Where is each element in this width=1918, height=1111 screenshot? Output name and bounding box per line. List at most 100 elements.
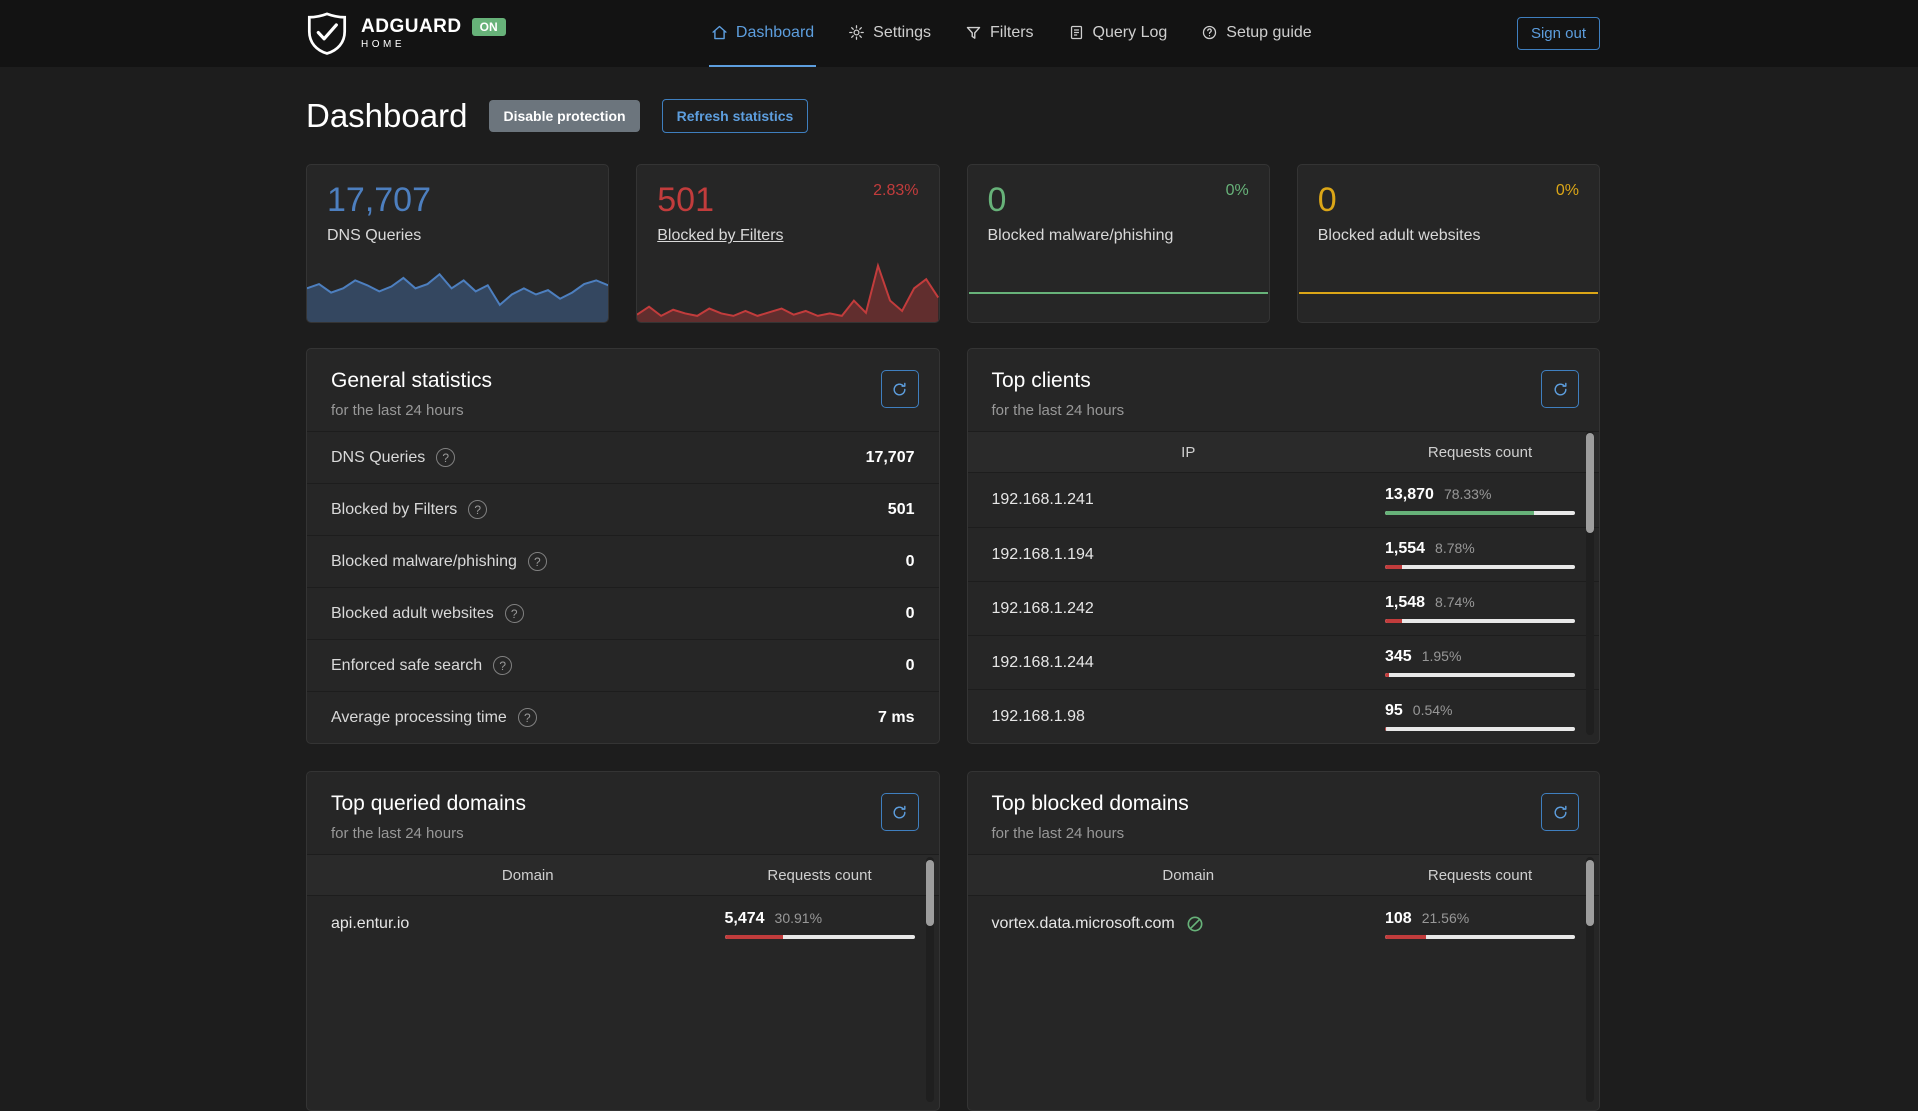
top-blocked-domains-panel: Top blocked domains for the last 24 hour…: [967, 771, 1601, 1111]
nav-label: Settings: [873, 24, 931, 42]
stat-row-label: Blocked by Filters: [331, 501, 457, 519]
panel-subtitle: for the last 24 hours: [992, 402, 1576, 419]
refresh-icon: [891, 804, 908, 821]
disable-protection-button[interactable]: Disable protection: [489, 100, 639, 132]
adguard-home-logo[interactable]: ADGUARD ON HOME: [306, 11, 506, 56]
requests-percent: 30.91%: [775, 910, 822, 926]
requests-percent: 78.33%: [1444, 486, 1491, 502]
table-row: 192.168.1.244 3451.95%: [968, 635, 1600, 689]
requests-percent: 0.54%: [1413, 702, 1453, 718]
client-ip-link[interactable]: 192.168.1.98: [992, 708, 1085, 726]
protection-status-badge: ON: [472, 18, 506, 36]
panel-subtitle: for the last 24 hours: [992, 825, 1576, 842]
scrollbar-thumb[interactable]: [926, 860, 934, 926]
table-row: 192.168.1.98 95 0.54%: [968, 689, 1600, 743]
requests-bar: [1385, 565, 1575, 569]
stat-row-value: 17,707: [866, 449, 915, 467]
requests-count: 13,870: [1385, 486, 1434, 504]
scrollbar[interactable]: [926, 857, 934, 1102]
table-row: 192.168.1.242 1,548 8.74%: [968, 581, 1600, 635]
help-icon[interactable]: ?: [518, 708, 537, 727]
table-row: Enforced safe search? 0: [307, 639, 939, 691]
sparkline-chart: [637, 250, 938, 322]
client-ip-link[interactable]: 192.168.1.194: [992, 546, 1094, 564]
nav-item-query-log[interactable]: Query Log: [1066, 0, 1170, 67]
table-row: Blocked malware/phishing? 0: [307, 535, 939, 587]
requests-bar: [1385, 619, 1575, 623]
sparkline-chart: [968, 250, 1269, 322]
nav-label: Dashboard: [736, 24, 814, 42]
nav-label: Query Log: [1093, 24, 1168, 42]
blocked-by-filters-link[interactable]: Blocked by Filters: [657, 227, 918, 245]
column-header-requests: Requests count: [725, 867, 915, 884]
refresh-button[interactable]: [1541, 793, 1579, 831]
requests-percent: 8.74%: [1435, 594, 1475, 610]
refresh-statistics-button[interactable]: Refresh statistics: [662, 99, 809, 133]
stat-row-value: 7 ms: [878, 709, 914, 727]
refresh-button[interactable]: [881, 793, 919, 831]
stat-row-label: DNS Queries: [331, 449, 425, 467]
column-header-requests: Requests count: [1385, 444, 1575, 461]
panel-title: General statistics: [331, 369, 915, 393]
stat-card-blocked-malware: 0 Blocked malware/phishing 0%: [967, 164, 1270, 323]
refresh-icon: [891, 381, 908, 398]
stat-label: Blocked adult websites: [1318, 227, 1579, 245]
stat-card-dns-queries: 17,707 DNS Queries: [306, 164, 609, 323]
requests-count: 1,548: [1385, 594, 1425, 612]
page-title: Dashboard: [306, 97, 467, 135]
nav-item-settings[interactable]: Settings: [846, 0, 933, 67]
scrollbar-thumb[interactable]: [1586, 433, 1594, 533]
stat-label: DNS Queries: [327, 227, 588, 245]
stat-percent: 0%: [1226, 182, 1249, 200]
scrollbar[interactable]: [1586, 857, 1594, 1102]
table-row: Average processing time? 7 ms: [307, 691, 939, 743]
client-ip-link[interactable]: 192.168.1.242: [992, 600, 1094, 618]
requests-percent: 21.56%: [1422, 910, 1469, 926]
table-row: Blocked adult websites? 0: [307, 587, 939, 639]
nav-item-dashboard[interactable]: Dashboard: [709, 0, 816, 67]
stat-row-label: Enforced safe search: [331, 657, 482, 675]
column-header-requests: Requests count: [1385, 867, 1575, 884]
nav-item-filters[interactable]: Filters: [963, 0, 1036, 67]
stat-value: 0: [1318, 181, 1579, 220]
help-icon[interactable]: ?: [505, 604, 524, 623]
refresh-button[interactable]: [1541, 370, 1579, 408]
top-bar: ADGUARD ON HOME Dashboard Settings Filte…: [0, 0, 1918, 67]
sign-out-button[interactable]: Sign out: [1517, 17, 1600, 50]
requests-bar: [1385, 673, 1575, 677]
sparkline-chart: [1298, 250, 1599, 322]
panel-subtitle: for the last 24 hours: [331, 402, 915, 419]
stat-row-value: 0: [906, 657, 915, 675]
client-ip-link[interactable]: 192.168.1.241: [992, 491, 1094, 509]
scrollbar[interactable]: [1586, 431, 1594, 735]
column-header-domain: Domain: [992, 867, 1386, 884]
stat-percent: 2.83%: [873, 182, 918, 200]
requests-percent: 1.95%: [1422, 648, 1462, 664]
brand-subtitle: HOME: [361, 40, 506, 50]
table-row: DNS Queries? 17,707: [307, 431, 939, 483]
column-header-ip: IP: [992, 444, 1386, 461]
help-icon[interactable]: ?: [468, 500, 487, 519]
scrollbar-thumb[interactable]: [1586, 860, 1594, 926]
requests-count: 95: [1385, 702, 1403, 720]
table-header: Domain Requests count: [968, 854, 1600, 896]
nav-label: Setup guide: [1226, 24, 1311, 42]
table-row: Blocked by Filters? 501: [307, 483, 939, 535]
table-row: vortex.data.microsoft.com 10821.56%: [968, 896, 1600, 952]
gear-icon: [848, 24, 865, 41]
unblock-icon[interactable]: [1185, 914, 1205, 934]
nav-item-setup-guide[interactable]: Setup guide: [1199, 0, 1313, 67]
domain-link[interactable]: api.entur.io: [331, 915, 409, 933]
column-header-domain: Domain: [331, 867, 725, 884]
help-icon[interactable]: ?: [436, 448, 455, 467]
table-row: api.entur.io 5,47430.91%: [307, 896, 939, 952]
requests-bar: [1385, 935, 1575, 939]
help-icon[interactable]: ?: [528, 552, 547, 571]
domain-link[interactable]: vortex.data.microsoft.com: [992, 915, 1175, 933]
refresh-button[interactable]: [881, 370, 919, 408]
client-ip-link[interactable]: 192.168.1.244: [992, 654, 1094, 672]
panel-title: Top clients: [992, 369, 1576, 393]
table-header: IP Requests count: [968, 431, 1600, 473]
brand-name: ADGUARD: [361, 17, 462, 36]
help-icon[interactable]: ?: [493, 656, 512, 675]
